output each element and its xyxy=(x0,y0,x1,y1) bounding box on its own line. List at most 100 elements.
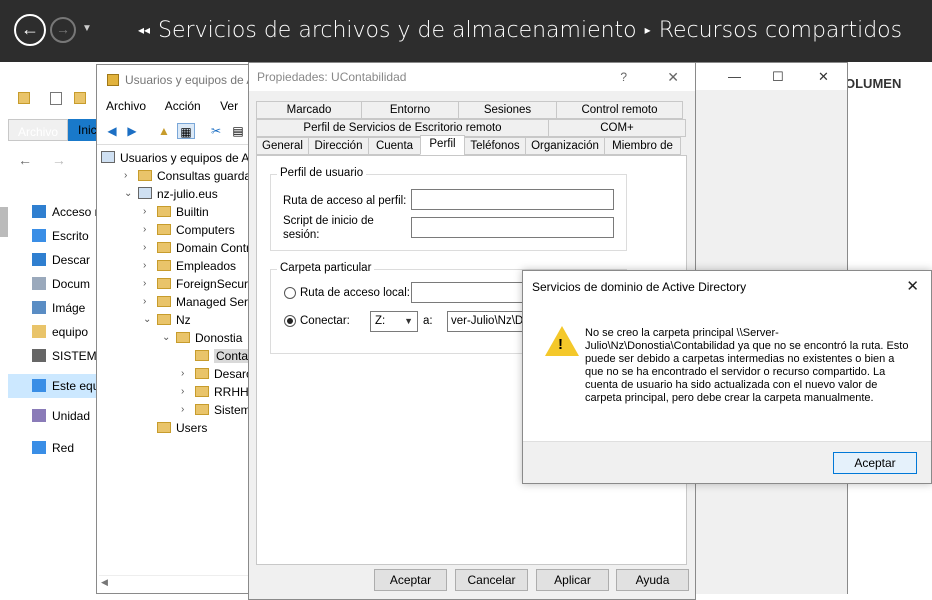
logon-script-input[interactable] xyxy=(411,217,614,238)
tab-control-remoto[interactable]: Control remoto xyxy=(556,101,683,119)
tab-general[interactable]: General xyxy=(256,137,309,155)
tree-node[interactable]: › Empleados xyxy=(143,257,236,275)
chevron-right-icon[interactable]: › xyxy=(181,401,184,419)
chevron-right-icon[interactable]: › xyxy=(143,293,146,311)
properties-icon[interactable] xyxy=(50,92,62,105)
tab-sesiones[interactable]: Sesiones xyxy=(458,101,557,119)
local-path-radio[interactable] xyxy=(284,287,296,299)
folder-icon xyxy=(157,422,171,433)
tree-node-label: Sistemas xyxy=(214,403,251,417)
chevron-down-icon[interactable]: ⌄ xyxy=(143,311,151,329)
nav-pane-item[interactable]: Descar xyxy=(30,248,90,272)
chevron-right-icon[interactable]: › xyxy=(143,257,146,275)
nav-pane-item[interactable]: Unidad xyxy=(30,404,90,428)
tree-node[interactable]: Contabili xyxy=(195,347,251,365)
nav-pane-item[interactable]: Docum xyxy=(30,272,90,296)
tree-node[interactable]: ⌄ nz-julio.eus xyxy=(124,185,218,203)
tab-marcado[interactable]: Marcado xyxy=(256,101,362,119)
chevron-right-icon[interactable]: › xyxy=(143,239,146,257)
connect-path-input[interactable]: ver-Julio\Nz\Dono xyxy=(447,311,527,332)
menu-ver[interactable]: Ver xyxy=(220,99,238,113)
nav-pane-item[interactable]: Imáge xyxy=(30,296,85,320)
folder-icon xyxy=(157,296,171,307)
tree-node[interactable]: › ForeignSecurityP xyxy=(143,275,251,293)
forward-button[interactable]: → xyxy=(50,17,76,43)
accept-button[interactable]: Aceptar xyxy=(833,452,917,474)
cut-icon[interactable]: ✂ xyxy=(207,123,225,139)
tree-node[interactable]: › Managed Service xyxy=(143,293,251,311)
forward-arrow-icon[interactable]: ▶ xyxy=(123,123,141,139)
nav-pane-item[interactable]: Escrito xyxy=(30,224,89,248)
tab-telefonos[interactable]: Teléfonos xyxy=(464,137,526,155)
tree-node[interactable]: › Computers xyxy=(143,221,235,239)
nav-pane-item[interactable]: equipo xyxy=(30,320,88,344)
tab-direccion[interactable]: Dirección xyxy=(308,137,369,155)
tab-organizacion[interactable]: Organización xyxy=(525,137,605,155)
apply-button[interactable]: Aplicar xyxy=(536,569,609,591)
local-path-input[interactable] xyxy=(411,282,531,303)
cancel-button[interactable]: Cancelar xyxy=(455,569,528,591)
tree-node[interactable]: › RRHH xyxy=(181,383,249,401)
tab-perfil[interactable]: Perfil xyxy=(420,135,465,155)
copy-icon[interactable]: ▤ xyxy=(229,123,247,139)
profile-path-input[interactable] xyxy=(411,189,614,210)
scroll-left-icon[interactable]: ◀ xyxy=(101,577,108,588)
cd-icon xyxy=(32,409,46,422)
nav-pane-item[interactable]: SISTEM xyxy=(30,344,97,368)
breadcrumb-item[interactable]: Servicios de archivos y de almacenamient… xyxy=(158,18,637,43)
forward-arrow-icon[interactable]: → xyxy=(52,152,66,168)
horizontal-scrollbar[interactable]: ◀ xyxy=(99,575,249,589)
menu-archivo[interactable]: Archivo xyxy=(106,99,146,113)
chevron-down-icon[interactable]: ⌄ xyxy=(162,329,170,347)
tree-node[interactable]: Users xyxy=(157,419,207,437)
help-button[interactable]: Ayuda xyxy=(616,569,689,591)
ok-button[interactable]: Aceptar xyxy=(374,569,447,591)
history-dropdown-icon[interactable]: ▼ xyxy=(82,23,92,34)
ribbon-tab-archivo[interactable]: Archivo xyxy=(8,119,69,141)
tab-miembro-de[interactable]: Miembro de xyxy=(604,137,681,155)
tree-node[interactable]: › Domain Controll xyxy=(143,239,251,257)
details-view-icon[interactable]: ▦ xyxy=(177,123,195,139)
scrollbar[interactable] xyxy=(0,207,8,237)
tree-node[interactable]: Usuarios y equipos de A xyxy=(101,149,249,167)
close-icon[interactable]: ✕ xyxy=(906,277,919,295)
tab-perfil-escritorio-remoto[interactable]: Perfil de Servicios de Escritorio remoto xyxy=(256,119,549,137)
up-folder-icon[interactable]: ▲ xyxy=(155,123,173,139)
drive-select[interactable]: Z: ▼ xyxy=(370,311,418,332)
connect-radio[interactable] xyxy=(284,315,296,327)
tab-entorno[interactable]: Entorno xyxy=(361,101,459,119)
menu-accion[interactable]: Acción xyxy=(165,99,201,113)
close-icon[interactable]: ✕ xyxy=(818,69,829,85)
nav-pane-item[interactable]: Este equ xyxy=(8,374,100,398)
maximize-icon[interactable]: ☐ xyxy=(772,69,784,85)
tab-com-plus[interactable]: COM+ xyxy=(548,119,686,137)
nav-pane-item[interactable]: Red xyxy=(30,436,74,460)
back-button[interactable]: ← xyxy=(14,14,46,46)
folder-icon xyxy=(157,242,171,253)
chevron-right-icon[interactable]: › xyxy=(181,383,184,401)
tree-node[interactable]: › Sistemas xyxy=(181,401,251,419)
back-arrow-icon[interactable]: ◀ xyxy=(103,123,121,139)
breadcrumb-item[interactable]: Recursos compartidos xyxy=(659,18,902,43)
nav-pane-item[interactable]: Acceso r xyxy=(30,200,99,224)
tree-node[interactable]: › Desarollo xyxy=(181,365,251,383)
chevron-right-icon[interactable]: › xyxy=(181,365,184,383)
chevron-down-icon[interactable]: ⌄ xyxy=(124,185,132,203)
tree-node[interactable]: ⌄ Donostia xyxy=(162,329,242,347)
tree-node[interactable]: › Consultas guardadas xyxy=(124,167,251,185)
chevron-right-icon[interactable]: › xyxy=(143,203,146,221)
new-folder-icon[interactable] xyxy=(74,92,86,104)
chevron-right-icon[interactable]: › xyxy=(143,221,146,239)
help-icon[interactable]: ? xyxy=(620,63,627,91)
folder-icon xyxy=(195,368,209,379)
chevron-right-icon[interactable]: › xyxy=(124,167,127,185)
minimize-icon[interactable]: — xyxy=(728,69,741,84)
tree-node-label: Builtin xyxy=(176,205,209,219)
chevron-right-icon[interactable]: › xyxy=(143,275,146,293)
tree-node[interactable]: › Builtin xyxy=(143,203,209,221)
message-footer: Aceptar xyxy=(523,441,931,483)
close-icon[interactable]: ✕ xyxy=(667,63,679,91)
back-arrow-icon[interactable]: ← xyxy=(18,152,32,168)
tree-node[interactable]: ⌄ Nz xyxy=(143,311,191,329)
tab-cuenta[interactable]: Cuenta xyxy=(368,137,421,155)
